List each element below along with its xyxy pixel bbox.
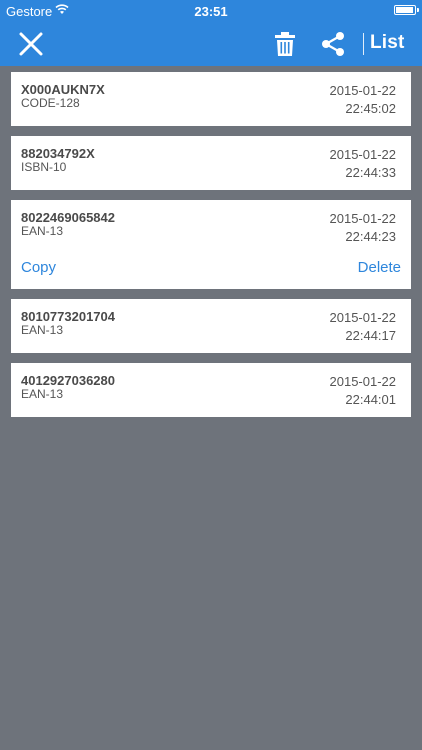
nav-divider	[363, 33, 364, 55]
barcode-type: CODE-128	[21, 96, 80, 110]
list-item[interactable]: 882034792X ISBN-10 2015-01-22 22:44:33	[11, 136, 411, 190]
barcode-type: EAN-13	[21, 387, 64, 401]
list-item[interactable]: X000AUKN7X CODE-128 2015-01-22 22:45:02	[11, 72, 411, 126]
battery-icon	[394, 5, 419, 15]
scan-time: 22:45:02	[345, 101, 396, 116]
app-header: Gestore 23:51 List	[0, 0, 422, 66]
nav-bar: List	[0, 22, 422, 66]
copy-button[interactable]: Copy	[21, 259, 56, 276]
status-bar: Gestore 23:51	[0, 0, 422, 22]
barcode-value: 4012927036280	[21, 373, 115, 388]
scan-date: 2015-01-22	[329, 374, 397, 389]
scan-date: 2015-01-22	[329, 147, 397, 162]
scan-time: 22:44:33	[345, 165, 396, 180]
item-actions: Copy Delete	[11, 254, 411, 289]
trash-icon[interactable]	[273, 31, 297, 57]
barcode-value: 882034792X	[21, 146, 95, 161]
delete-button[interactable]: Delete	[358, 259, 401, 276]
scan-list: X000AUKN7X CODE-128 2015-01-22 22:45:02 …	[11, 72, 411, 427]
scan-date: 2015-01-22	[329, 310, 397, 325]
scan-date: 2015-01-22	[329, 211, 397, 226]
list-button[interactable]: List	[370, 32, 405, 54]
scan-time: 22:44:17	[345, 328, 396, 343]
list-item[interactable]: 4012927036280 EAN-13 2015-01-22 22:44:01	[11, 363, 411, 417]
share-icon[interactable]	[320, 31, 346, 57]
barcode-value: X000AUKN7X	[21, 82, 105, 97]
barcode-type: EAN-13	[21, 323, 64, 337]
close-icon[interactable]	[18, 31, 44, 57]
barcode-type: ISBN-10	[21, 160, 67, 174]
scan-date: 2015-01-22	[329, 83, 397, 98]
list-item[interactable]: 8010773201704 EAN-13 2015-01-22 22:44:17	[11, 299, 411, 353]
barcode-value: 8022469065842	[21, 210, 115, 225]
barcode-type: EAN-13	[21, 224, 64, 238]
barcode-value: 8010773201704	[21, 309, 115, 324]
list-item-expanded[interactable]: 8022469065842 EAN-13 2015-01-22 22:44:23…	[11, 200, 411, 289]
scan-time: 22:44:01	[345, 392, 396, 407]
status-clock: 23:51	[194, 4, 228, 19]
scan-time: 22:44:23	[345, 229, 396, 244]
